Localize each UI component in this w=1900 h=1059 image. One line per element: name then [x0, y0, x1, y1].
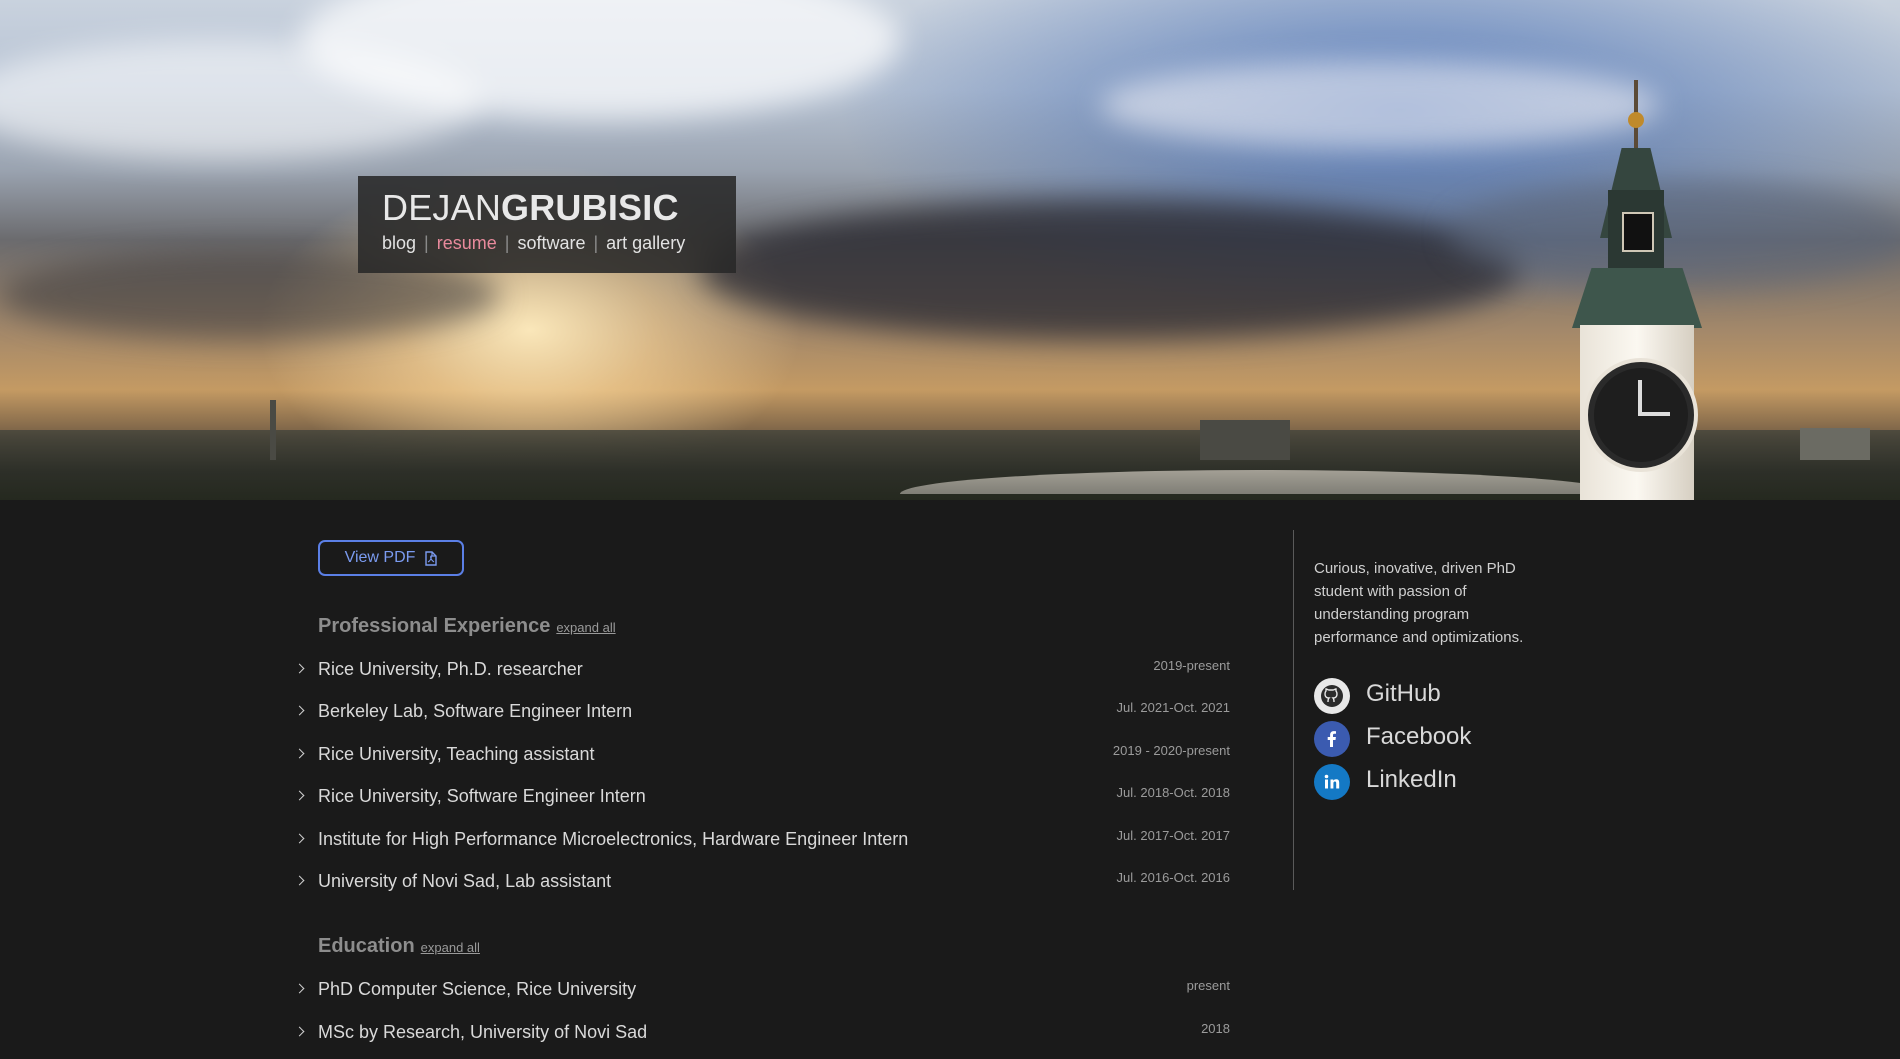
sidebar-divider — [1293, 530, 1294, 890]
main-nav: blog | resume | software | art gallery — [382, 233, 685, 254]
item-title: University of Novi Sad, Lab assistant — [318, 871, 612, 891]
item-date: 2019 - 2020-present — [1112, 743, 1230, 758]
github-link[interactable]: GitHub — [1314, 676, 1514, 714]
facebook-label: Facebook — [1366, 723, 1472, 750]
nav-separator: | — [504, 233, 510, 253]
resume-content: View PDF Professional Experience expand a… — [0, 500, 1900, 1059]
nav-art-gallery[interactable]: art gallery — [606, 233, 685, 253]
item-date: 2018 — [1201, 1021, 1230, 1036]
nav-software[interactable]: software — [517, 233, 585, 253]
education-item[interactable]: PhD Computer Science, Rice University pr… — [294, 978, 1230, 1007]
item-title: Rice University, Teaching assistant — [318, 744, 595, 764]
site-header: DEJANGRUBISIC blog | resume | software | art g… — [358, 176, 736, 273]
experience-item[interactable]: Rice University, Software Engineer Inter… — [294, 785, 1230, 814]
item-title: Berkeley Lab, Software Engineer Intern — [318, 701, 633, 721]
item-title: PhD Computer Science, Rice University — [318, 979, 637, 999]
item-date: present — [1186, 978, 1230, 993]
github-icon — [1314, 678, 1350, 714]
chevron-right-icon — [294, 705, 305, 716]
experience-item[interactable]: Berkeley Lab, Software Engineer Intern J… — [294, 700, 1230, 729]
item-date: Jul. 2017-Oct. 2017 — [1116, 828, 1230, 843]
education-expand-all[interactable]: expand all — [421, 940, 480, 955]
github-label: GitHub — [1366, 680, 1441, 707]
building — [1200, 420, 1290, 460]
item-title: Rice University, Ph.D. researcher — [318, 659, 583, 679]
experience-item[interactable]: University of Novi Sad, Lab assistant Ju… — [294, 870, 1230, 899]
chevron-right-icon — [294, 748, 305, 759]
item-date: Jul. 2021-Oct. 2021 — [1116, 700, 1230, 715]
experience-item[interactable]: Rice University, Ph.D. researcher 2019-p… — [294, 658, 1230, 687]
nav-blog[interactable]: blog — [382, 233, 416, 253]
hero-banner: DEJANGRUBISIC blog | resume | software | art g… — [0, 0, 1900, 500]
item-title: Rice University, Software Engineer Inter… — [318, 786, 646, 806]
facebook-icon — [1314, 721, 1350, 757]
linkedin-icon — [1314, 764, 1350, 800]
chevron-right-icon — [294, 833, 305, 844]
education-heading: Education expand all — [318, 935, 480, 958]
view-pdf-label: View PDF — [344, 549, 416, 566]
building — [1800, 428, 1870, 460]
facebook-link[interactable]: Facebook — [1314, 719, 1514, 757]
pdf-file-icon — [425, 550, 438, 566]
linkedin-label: LinkedIn — [1366, 766, 1457, 793]
chevron-right-icon — [294, 983, 305, 994]
item-date: 2019-present — [1153, 658, 1230, 673]
clock-face — [1584, 358, 1698, 472]
education-title: Education — [318, 935, 415, 957]
church-spire — [270, 400, 276, 460]
nav-separator: | — [424, 233, 429, 253]
experience-item[interactable]: Rice University, Teaching assistant 2019… — [294, 743, 1230, 772]
experience-item[interactable]: Institute for High Performance Microelec… — [294, 828, 1230, 857]
nav-resume[interactable]: resume — [437, 233, 497, 253]
chevron-right-icon — [294, 875, 305, 886]
item-date: Jul. 2016-Oct. 2016 — [1116, 870, 1230, 885]
education-item[interactable]: MSc by Research, University of Novi Sad … — [294, 1021, 1230, 1050]
experience-heading: Professional Experience expand all — [318, 615, 616, 638]
item-date: Jul. 2018-Oct. 2018 — [1116, 785, 1230, 800]
item-title: Institute for High Performance Microelec… — [318, 829, 909, 849]
clock-tower — [1572, 40, 1702, 500]
chevron-right-icon — [294, 663, 305, 674]
chevron-right-icon — [294, 1026, 305, 1037]
view-pdf-button[interactable]: View PDF — [318, 540, 464, 576]
experience-title: Professional Experience — [318, 615, 551, 637]
item-title: MSc by Research, University of Novi Sad — [318, 1022, 648, 1042]
cloud — [700, 200, 1520, 340]
experience-expand-all[interactable]: expand all — [556, 620, 615, 635]
bio-text: Curious, inovative, driven PhD student w… — [1314, 560, 1524, 646]
nav-separator: | — [593, 233, 599, 253]
site-title[interactable]: DEJANGRUBISIC — [382, 187, 679, 229]
linkedin-link[interactable]: LinkedIn — [1314, 762, 1514, 800]
chevron-right-icon — [294, 790, 305, 801]
